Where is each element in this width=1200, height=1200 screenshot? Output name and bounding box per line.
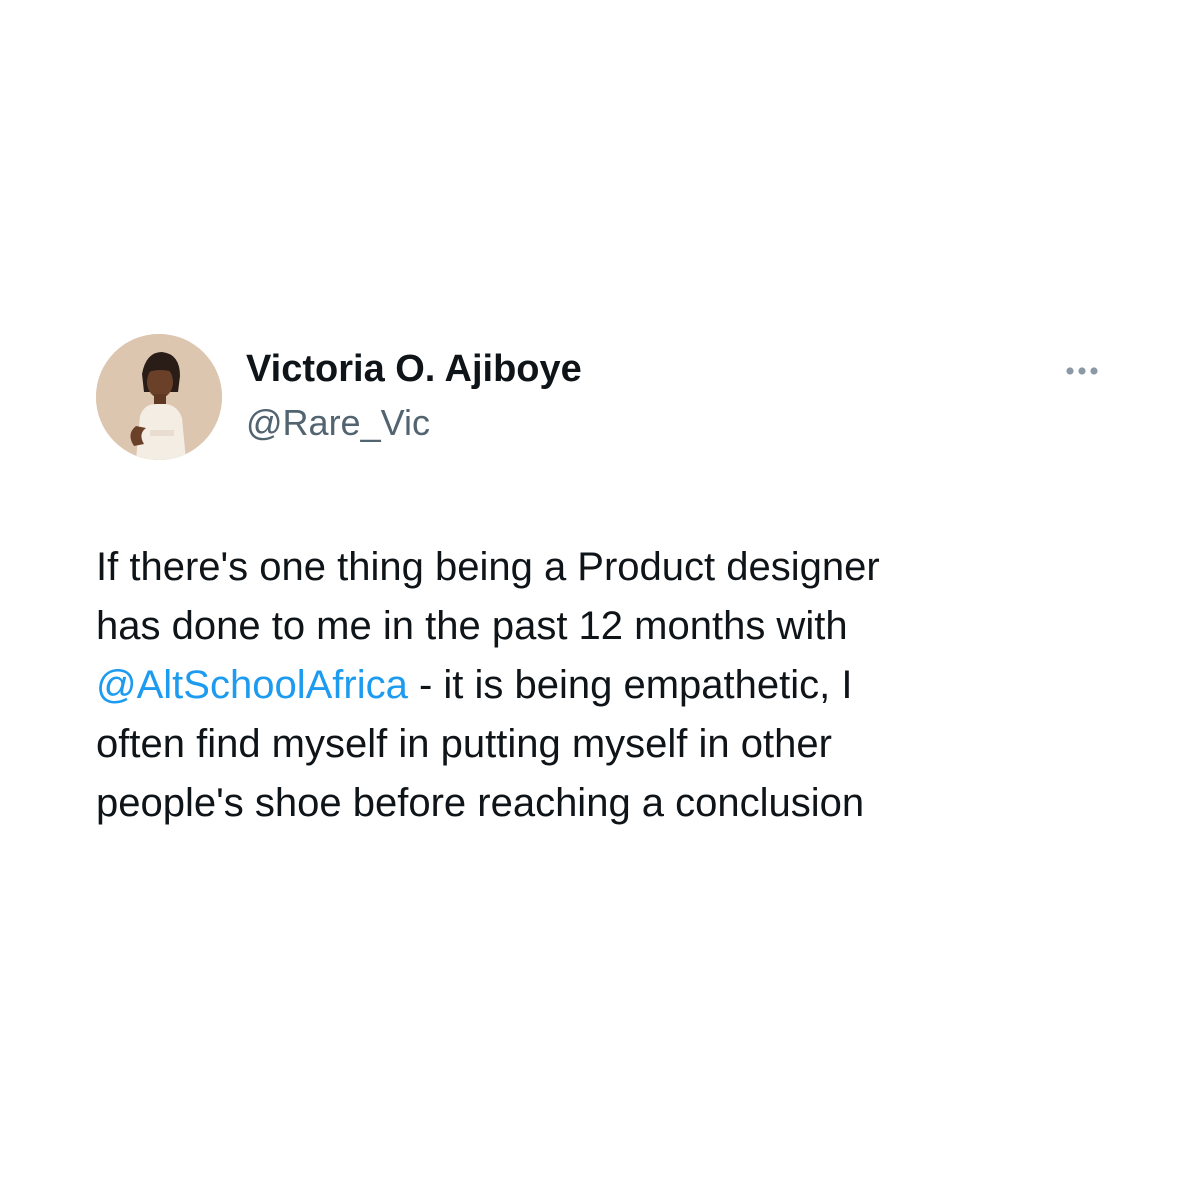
tweet-text-line: @AltSchoolAfrica - it is being empatheti… [96,656,1106,715]
tweet-body: If there's one thing being a Product des… [96,538,1106,833]
tweet-text-line: has done to me in the past 12 months wit… [96,604,848,648]
avatar-photo-icon [96,334,222,460]
mention-link[interactable]: @AltSchoolAfrica [96,663,408,707]
tweet-text-line: people's shoe before reaching a conclusi… [96,781,865,825]
author-handle[interactable]: @Rare_Vic [246,402,430,444]
author-avatar[interactable] [96,334,222,460]
more-dots-icon [1066,367,1098,375]
tweet-text-segment: - it is being empathetic, I [407,663,853,707]
tweet-text-line: If there's one thing being a Product des… [96,545,880,589]
tweet-card: Victoria O. Ajiboye @Rare_Vic If there's… [0,0,1200,1200]
more-options-button[interactable] [1060,356,1104,386]
tweet-text-line: often find myself in putting myself in o… [96,722,832,766]
author-display-name[interactable]: Victoria O. Ajiboye [246,348,582,391]
